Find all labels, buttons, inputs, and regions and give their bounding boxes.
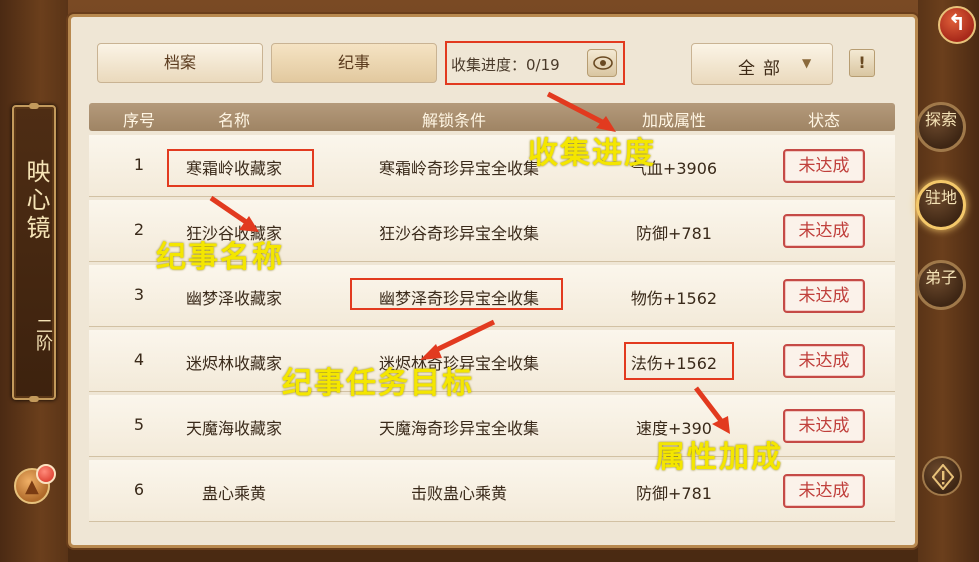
notification-dot [36, 464, 56, 484]
annotation-name: 纪事名称 [156, 240, 284, 275]
annotation-target: 纪事任务目标 [282, 366, 474, 401]
back-arrow-icon: ↰ [947, 11, 967, 36]
back-button[interactable]: ↰ [938, 6, 976, 44]
row-condition: 击败蛊心乘黄 [410, 484, 507, 503]
status-badge: 未达成 [783, 279, 865, 313]
row-name: 幽梦泽收藏家 [185, 289, 282, 308]
filter-select[interactable]: 全部 ▼ [691, 43, 833, 85]
filter-selected: 全部 [738, 59, 788, 79]
warning-button[interactable] [922, 456, 962, 496]
rank-label: 二阶 [32, 317, 52, 351]
name-highlight-box [167, 149, 314, 187]
plaque-knob [29, 396, 39, 402]
row-name: 天魔海收藏家 [185, 419, 282, 438]
table-header: 序号 名称 解锁条件 加成属性 状态 [89, 103, 895, 131]
info-button[interactable]: ! [849, 49, 875, 77]
row-attribute: 物伤+1562 [630, 289, 718, 308]
condition-highlight-box [350, 278, 563, 310]
row-attribute: 防御+781 [636, 484, 712, 503]
annotation-attribute: 属性加成 [655, 440, 783, 475]
status-badge: 未达成 [783, 409, 865, 443]
attribute-highlight-box [624, 342, 734, 380]
side-button-explore[interactable]: 探索 [916, 102, 966, 152]
status-badge: 未达成 [783, 344, 865, 378]
title-plaque: 映心镜 二阶 [12, 103, 56, 402]
header-no: 序号 [122, 111, 155, 130]
plaque-knob [29, 103, 39, 109]
header-name: 名称 [217, 111, 250, 130]
collection-progress: 收集进度：0/19 [451, 56, 560, 74]
row-name: 迷烬林收藏家 [185, 354, 282, 373]
row-condition: 狂沙谷奇珍异宝全收集 [378, 224, 539, 243]
row-attribute: 防御+781 [636, 224, 712, 243]
row-name: 蛊心乘黄 [201, 484, 266, 503]
tab-archive[interactable]: 档案 [97, 43, 263, 83]
eye-icon [593, 56, 613, 70]
page-title: 映心镜 [22, 159, 50, 243]
chevron-down-icon: ▼ [802, 56, 812, 70]
status-badge: 未达成 [783, 474, 865, 508]
header-condition: 解锁条件 [421, 111, 486, 130]
warning-icon [932, 464, 954, 490]
view-button[interactable] [587, 49, 617, 77]
side-button-station[interactable]: 驻地 [916, 180, 966, 230]
progress-highlight: 收集进度：0/19 [445, 41, 625, 85]
status-badge: 未达成 [783, 149, 865, 183]
header-status: 状态 [807, 111, 840, 130]
status-badge: 未达成 [783, 214, 865, 248]
side-button-disciple[interactable]: 弟子 [916, 260, 966, 310]
tab-chronicle[interactable]: 纪事 [271, 43, 437, 83]
annotation-progress: 收集进度 [528, 136, 656, 171]
row-condition: 天魔海奇珍异宝全收集 [378, 419, 539, 438]
